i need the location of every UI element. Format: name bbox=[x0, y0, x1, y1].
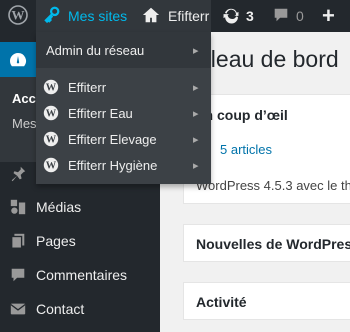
menu-comments-label: Commentaires bbox=[36, 267, 128, 283]
menu-media-label: Médias bbox=[36, 199, 82, 215]
site-label: Effiterr Hygiène bbox=[68, 157, 158, 173]
version-text: WordPress 4.5.3 avec le th bbox=[196, 178, 350, 193]
wordpress-site-icon: W bbox=[42, 157, 60, 173]
pin-icon bbox=[0, 165, 36, 183]
activity-box: Activité bbox=[183, 282, 350, 320]
pages-icon bbox=[0, 232, 36, 250]
chevron-right-icon: ▸ bbox=[193, 81, 199, 94]
new-content-button[interactable]: + bbox=[322, 0, 335, 32]
comment-icon bbox=[0, 266, 36, 284]
articles-link[interactable]: 5 articles bbox=[220, 142, 272, 157]
wordpress-site-icon: W bbox=[42, 105, 60, 121]
network-admin-label: Admin du réseau bbox=[46, 42, 145, 58]
site-item[interactable]: W Effiterr Hygiène ▸ bbox=[36, 152, 211, 178]
comments-count: 0 bbox=[296, 8, 304, 24]
submenu-my-sites[interactable]: Mes bbox=[12, 116, 37, 131]
site-item[interactable]: W Effiterr Eau ▸ bbox=[36, 100, 211, 126]
admin-bar: W Mes sites Efifterr 3 0 + bbox=[0, 0, 350, 32]
page-title: bleau de bord bbox=[198, 46, 339, 72]
wordpress-logo-icon: W bbox=[8, 4, 28, 28]
site-name-button[interactable]: Efifterr bbox=[138, 0, 209, 32]
menu-media[interactable]: Médias bbox=[0, 190, 160, 224]
home-icon bbox=[142, 6, 160, 27]
chevron-right-icon: ▸ bbox=[193, 133, 199, 146]
chevron-right-icon: ▸ bbox=[193, 107, 199, 120]
chevron-right-icon: ▸ bbox=[193, 44, 199, 57]
site-name-label: Efifterr bbox=[168, 8, 210, 24]
mail-icon bbox=[0, 300, 36, 318]
site-item[interactable]: W Effiterr ▸ bbox=[36, 74, 211, 100]
menu-contact-label: Contact bbox=[36, 301, 85, 317]
updates-button[interactable]: 3 bbox=[222, 0, 254, 32]
wordpress-site-icon: W bbox=[42, 131, 60, 147]
sites-group: W Effiterr ▸ W Effiterr Eau ▸ W Effiterr… bbox=[36, 68, 211, 184]
svg-text:W: W bbox=[12, 7, 25, 22]
svg-text:W: W bbox=[46, 83, 57, 94]
plus-icon: + bbox=[322, 3, 335, 28]
svg-text:W: W bbox=[46, 109, 57, 120]
media-icon bbox=[0, 198, 36, 216]
updates-count: 3 bbox=[246, 8, 254, 24]
chevron-right-icon: ▸ bbox=[193, 159, 199, 172]
menu-contact[interactable]: Contact bbox=[0, 292, 160, 326]
menu-pages[interactable]: Pages bbox=[0, 224, 160, 258]
activity-title[interactable]: Activité bbox=[196, 294, 247, 310]
svg-text:W: W bbox=[46, 161, 57, 172]
my-sites-dropdown: Admin du réseau ▸ W Effiterr ▸ W Effiter… bbox=[36, 32, 211, 184]
menu-comments[interactable]: Commentaires bbox=[0, 258, 160, 292]
site-item[interactable]: W Effiterr Elevage ▸ bbox=[36, 126, 211, 152]
site-label: Effiterr Eau bbox=[68, 105, 133, 121]
wordpress-site-icon: W bbox=[42, 79, 60, 95]
comment-bubble-icon bbox=[272, 6, 290, 27]
svg-text:W: W bbox=[46, 135, 57, 146]
wordpress-news-title[interactable]: Nouvelles de WordPress bbox=[196, 236, 350, 252]
key-icon bbox=[43, 6, 61, 27]
updates-icon bbox=[222, 6, 240, 27]
site-label: Effiterr bbox=[68, 79, 107, 95]
comments-button[interactable]: 0 bbox=[272, 0, 304, 32]
network-admin-item[interactable]: Admin du réseau ▸ bbox=[36, 36, 211, 64]
dashboard-icon bbox=[8, 50, 28, 75]
menu-pages-label: Pages bbox=[36, 233, 76, 249]
wordpress-logo-button[interactable]: W bbox=[0, 0, 36, 32]
wordpress-news-box: Nouvelles de WordPress bbox=[183, 224, 350, 262]
my-sites-label: Mes sites bbox=[68, 8, 128, 24]
site-label: Effiterr Elevage bbox=[68, 131, 157, 147]
